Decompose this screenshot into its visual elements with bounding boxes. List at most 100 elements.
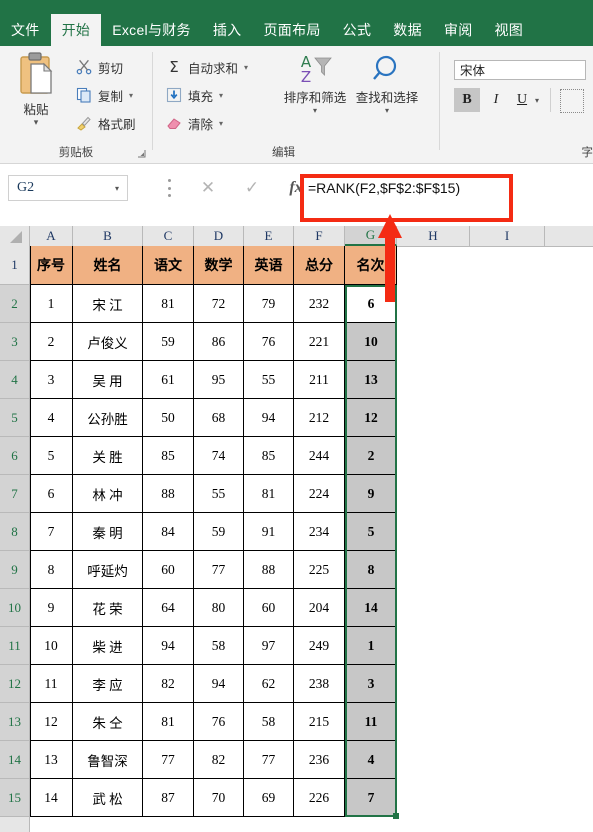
table-cell-chinese[interactable]: 61 — [143, 361, 194, 399]
table-cell-chinese[interactable]: 84 — [143, 513, 194, 551]
rank-cell[interactable]: 6 — [345, 285, 397, 323]
row-header-6[interactable]: 6 — [0, 437, 30, 475]
column-header-H[interactable]: H — [397, 226, 470, 246]
table-cell-english[interactable]: 85 — [244, 437, 294, 475]
table-cell-no[interactable]: 13 — [30, 741, 73, 779]
row-header-8[interactable]: 8 — [0, 513, 30, 551]
autosum-caret-icon[interactable]: ▾ — [244, 63, 248, 72]
rank-cell[interactable]: 3 — [345, 665, 397, 703]
underline-button[interactable]: U — [510, 88, 534, 112]
table-cell-no[interactable]: 5 — [30, 437, 73, 475]
cancel-icon[interactable]: ✕ — [186, 178, 230, 198]
row-header-1[interactable]: 1 — [0, 246, 30, 285]
ribbon-tab-0[interactable]: 文件 — [0, 14, 51, 46]
column-header-I[interactable]: I — [470, 226, 545, 246]
table-cell-no[interactable]: 9 — [30, 589, 73, 627]
paste-caret-icon[interactable]: ▾ — [8, 118, 64, 127]
table-cell-no[interactable]: 7 — [30, 513, 73, 551]
table-cell-chinese[interactable]: 81 — [143, 285, 194, 323]
row-header-16[interactable]: 16 — [0, 817, 30, 832]
table-cell-total[interactable]: 212 — [294, 399, 345, 437]
table-cell-total[interactable]: 232 — [294, 285, 345, 323]
column-header-C[interactable]: C — [143, 226, 194, 246]
table-cell-total[interactable]: 238 — [294, 665, 345, 703]
table-cell-math[interactable]: 86 — [194, 323, 244, 361]
table-cell-name[interactable]: 李 应 — [73, 665, 143, 703]
font-name-input[interactable]: 宋体 — [454, 60, 586, 80]
table-header-cell[interactable]: 名次 — [345, 246, 397, 285]
table-cell-english[interactable]: 91 — [244, 513, 294, 551]
rank-cell[interactable]: 9 — [345, 475, 397, 513]
table-cell-math[interactable]: 95 — [194, 361, 244, 399]
table-cell-chinese[interactable]: 94 — [143, 627, 194, 665]
row-header-11[interactable]: 11 — [0, 627, 30, 665]
sort-filter-caret-icon[interactable]: ▾ — [278, 106, 352, 115]
table-cell-no[interactable]: 10 — [30, 627, 73, 665]
table-cell-math[interactable]: 59 — [194, 513, 244, 551]
formula-input[interactable]: =RANK(F2,$F$2:$F$15) — [308, 176, 508, 200]
table-cell-english[interactable]: 76 — [244, 323, 294, 361]
column-header-B[interactable]: B — [73, 226, 143, 246]
ribbon-tab-2[interactable]: Excel与财务 — [101, 14, 202, 46]
row-header-13[interactable]: 13 — [0, 703, 30, 741]
table-cell-english[interactable]: 62 — [244, 665, 294, 703]
rank-cell[interactable]: 13 — [345, 361, 397, 399]
table-cell-english[interactable]: 97 — [244, 627, 294, 665]
table-header-cell[interactable]: 序号 — [30, 246, 73, 285]
table-cell-math[interactable]: 68 — [194, 399, 244, 437]
enter-icon[interactable]: ✓ — [230, 178, 274, 198]
table-header-cell[interactable]: 英语 — [244, 246, 294, 285]
paste-button[interactable]: 粘贴 ▾ — [8, 51, 64, 139]
sort-filter-button[interactable]: A Z 排序和筛选 ▾ — [278, 51, 352, 115]
rank-cell[interactable]: 1 — [345, 627, 397, 665]
ribbon-tab-4[interactable]: 页面布局 — [252, 14, 331, 46]
table-cell-no[interactable]: 8 — [30, 551, 73, 589]
column-header-A[interactable]: A — [30, 226, 73, 246]
table-cell-english[interactable]: 55 — [244, 361, 294, 399]
table-cell-name[interactable]: 呼延灼 — [73, 551, 143, 589]
ribbon-tab-6[interactable]: 数据 — [382, 14, 433, 46]
table-cell-no[interactable]: 2 — [30, 323, 73, 361]
table-cell-total[interactable]: 236 — [294, 741, 345, 779]
row-header-10[interactable]: 10 — [0, 589, 30, 627]
row-header-12[interactable]: 12 — [0, 665, 30, 703]
table-cell-math[interactable]: 58 — [194, 627, 244, 665]
table-cell-chinese[interactable]: 81 — [143, 703, 194, 741]
table-cell-math[interactable]: 94 — [194, 665, 244, 703]
italic-button[interactable]: I — [484, 88, 508, 112]
table-cell-name[interactable]: 关 胜 — [73, 437, 143, 475]
table-cell-total[interactable]: 204 — [294, 589, 345, 627]
spreadsheet-grid[interactable]: ABCDEFGHI 12345678910111213141516 序号姓名语文… — [0, 226, 593, 832]
table-cell-name[interactable]: 鲁智深 — [73, 741, 143, 779]
chevron-down-icon[interactable]: ▾ — [115, 184, 127, 193]
table-cell-name[interactable]: 武 松 — [73, 779, 143, 817]
table-cell-total[interactable]: 221 — [294, 323, 345, 361]
clear-button[interactable]: 清除 ▾ — [164, 110, 223, 136]
row-header-4[interactable]: 4 — [0, 361, 30, 399]
row-header-15[interactable]: 15 — [0, 779, 30, 817]
table-cell-no[interactable]: 12 — [30, 703, 73, 741]
rank-cell[interactable]: 7 — [345, 779, 397, 817]
table-cell-name[interactable]: 朱 仝 — [73, 703, 143, 741]
table-cell-name[interactable]: 宋 江 — [73, 285, 143, 323]
ribbon-tab-5[interactable]: 公式 — [332, 14, 383, 46]
table-cell-chinese[interactable]: 85 — [143, 437, 194, 475]
clipboard-dialog-launcher-icon[interactable] — [137, 149, 146, 160]
table-cell-no[interactable]: 6 — [30, 475, 73, 513]
row-header-9[interactable]: 9 — [0, 551, 30, 589]
fill-caret-icon[interactable]: ▾ — [219, 91, 223, 100]
column-header-E[interactable]: E — [244, 226, 294, 246]
row-header-14[interactable]: 14 — [0, 741, 30, 779]
autosum-button[interactable]: Σ 自动求和 ▾ — [164, 54, 248, 80]
borders-button[interactable] — [560, 89, 584, 113]
copy-caret-icon[interactable]: ▾ — [129, 91, 133, 100]
table-cell-no[interactable]: 3 — [30, 361, 73, 399]
table-cell-name[interactable]: 公孙胜 — [73, 399, 143, 437]
rank-cell[interactable]: 5 — [345, 513, 397, 551]
table-cell-total[interactable]: 244 — [294, 437, 345, 475]
table-cell-math[interactable]: 77 — [194, 551, 244, 589]
rank-cell[interactable]: 4 — [345, 741, 397, 779]
rank-cell[interactable]: 2 — [345, 437, 397, 475]
table-cell-math[interactable]: 55 — [194, 475, 244, 513]
table-cell-english[interactable]: 60 — [244, 589, 294, 627]
